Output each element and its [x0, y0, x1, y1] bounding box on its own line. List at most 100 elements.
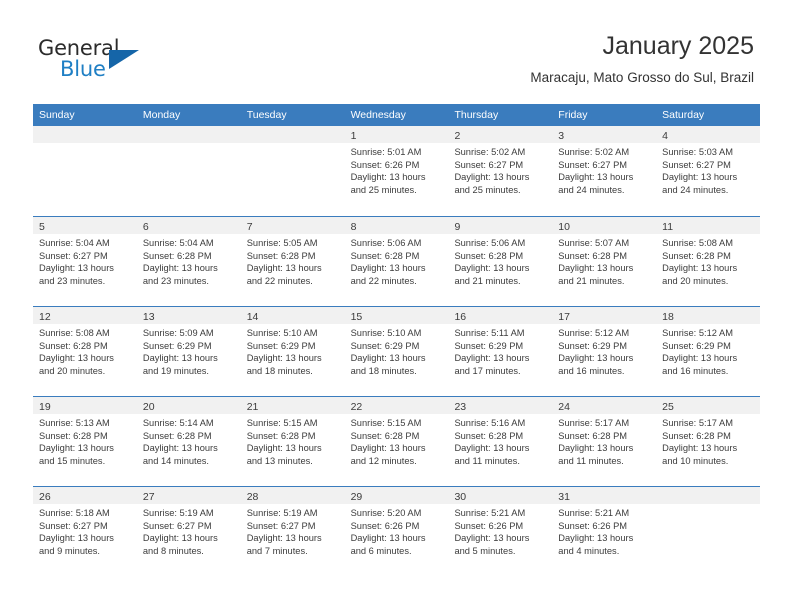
daylight-duration-line2: and 24 minutes.	[558, 184, 625, 195]
day-cell[interactable]: 26 Sunrise: 5:18 AM Sunset: 6:27 PM Dayligh…	[33, 487, 137, 576]
daylight-duration-line1: Daylight: 13 hours	[350, 172, 426, 183]
day-cell[interactable]: 27 Sunrise: 5:19 AM Sunset: 6:27 PM Dayligh…	[136, 487, 241, 576]
day-number-strip: 25	[656, 397, 761, 414]
day-cell[interactable]: 20 Sunrise: 5:14 AM Sunset: 6:28 PM Dayligh…	[136, 397, 241, 486]
daylight-duration-line1: Daylight: 13 hours	[39, 263, 114, 274]
day-number: 22	[350, 401, 363, 413]
day-cell[interactable]: 17 Sunrise: 5:12 AM Sunset: 6:29 PM Dayligh…	[552, 307, 657, 396]
sunrise-time: Sunrise: 5:08 AM	[39, 328, 110, 338]
day-details: Sunrise: 5:04 AM Sunset: 6:27 PM Daylight:…	[33, 234, 137, 287]
sunset-time: Sunset: 6:27 PM	[142, 520, 212, 531]
sunrise-time: Sunrise: 5:15 AM	[350, 418, 422, 428]
daylight-duration-line2: and 23 minutes.	[39, 275, 106, 286]
sunrise-time: Sunrise: 5:17 AM	[558, 418, 630, 428]
general-blue-logo[interactable]: General Blue	[38, 36, 158, 86]
day-cell[interactable]: 6 Sunrise: 5:04 AM Sunset: 6:28 PM Daylight…	[136, 217, 241, 306]
day-cell[interactable]: 30 Sunrise: 5:21 AM Sunset: 6:26 PM Dayligh…	[448, 487, 553, 576]
daylight-duration-line1: Daylight: 13 hours	[39, 533, 114, 544]
daylight-duration-line2: and 14 minutes.	[142, 455, 210, 466]
day-cell-empty	[136, 126, 241, 216]
day-cell[interactable]: 10 Sunrise: 5:07 AM Sunset: 6:28 PM Dayligh…	[552, 217, 657, 306]
daylight-duration-line2: and 16 minutes.	[558, 365, 625, 376]
sunset-time: Sunset: 6:26 PM	[350, 159, 420, 170]
day-cell[interactable]: 2 Sunrise: 5:02 AM Sunset: 6:27 PM Daylight…	[448, 126, 553, 216]
day-number: 20	[142, 401, 155, 413]
day-number-strip: 11	[656, 217, 761, 234]
day-details: Sunrise: 5:16 AM Sunset: 6:28 PM Daylight:…	[448, 414, 552, 467]
sunset-time: Sunset: 6:28 PM	[662, 430, 731, 441]
sunset-time: Sunset: 6:29 PM	[454, 340, 524, 351]
day-number-strip: 20	[136, 397, 241, 414]
sunrise-time: Sunrise: 5:19 AM	[142, 508, 214, 518]
sunset-time: Sunset: 6:28 PM	[350, 250, 420, 261]
day-number-strip: 8	[344, 217, 449, 234]
day-cell[interactable]: 7 Sunrise: 5:05 AM Sunset: 6:28 PM Daylight…	[240, 217, 345, 306]
daylight-duration-line1: Daylight: 13 hours	[558, 353, 634, 364]
day-number-strip: 9	[448, 217, 553, 234]
day-details: Sunrise: 5:02 AM Sunset: 6:27 PM Daylight:…	[552, 143, 656, 196]
day-cell[interactable]: 3 Sunrise: 5:02 AM Sunset: 6:27 PM Daylight…	[552, 126, 657, 216]
daylight-duration-line2: and 22 minutes.	[350, 275, 417, 286]
day-cell-empty	[240, 126, 345, 216]
day-number-strip: 23	[448, 397, 553, 414]
day-cell[interactable]: 18 Sunrise: 5:12 AM Sunset: 6:29 PM Dayligh…	[656, 307, 761, 396]
day-details: Sunrise: 5:01 AM Sunset: 6:26 PM Daylight:…	[345, 143, 449, 196]
day-number: 29	[350, 491, 363, 503]
day-cell[interactable]: 5 Sunrise: 5:04 AM Sunset: 6:27 PM Daylight…	[33, 217, 137, 306]
day-cell[interactable]: 25 Sunrise: 5:17 AM Sunset: 6:28 PM Dayligh…	[656, 397, 761, 486]
sunrise-time: Sunrise: 5:04 AM	[142, 238, 214, 248]
daylight-duration-line2: and 23 minutes.	[142, 275, 210, 286]
day-details: Sunrise: 5:10 AM Sunset: 6:29 PM Daylight:…	[345, 324, 449, 377]
day-cell[interactable]: 14 Sunrise: 5:10 AM Sunset: 6:29 PM Dayligh…	[240, 307, 345, 396]
day-cell[interactable]: 31 Sunrise: 5:21 AM Sunset: 6:26 PM Dayligh…	[552, 487, 657, 576]
sunrise-time: Sunrise: 5:13 AM	[39, 418, 110, 428]
day-cell[interactable]: 1 Sunrise: 5:01 AM Sunset: 6:26 PM Daylight…	[344, 126, 449, 216]
page-title: January 2025	[602, 32, 754, 60]
sunset-time: Sunset: 6:27 PM	[662, 159, 731, 170]
day-number: 25	[662, 401, 674, 413]
daylight-duration-line2: and 9 minutes.	[39, 545, 100, 556]
daylight-duration-line2: and 20 minutes.	[662, 275, 729, 286]
sunrise-time: Sunrise: 5:19 AM	[246, 508, 318, 518]
daylight-duration-line1: Daylight: 13 hours	[246, 443, 322, 454]
day-details: Sunrise: 5:19 AM Sunset: 6:27 PM Daylight:…	[241, 504, 345, 557]
day-cell[interactable]: 4 Sunrise: 5:03 AM Sunset: 6:27 PM Daylight…	[656, 126, 761, 216]
day-number: 31	[558, 491, 570, 503]
day-cell[interactable]: 28 Sunrise: 5:19 AM Sunset: 6:27 PM Dayligh…	[240, 487, 345, 576]
day-cell[interactable]: 15 Sunrise: 5:10 AM Sunset: 6:29 PM Dayligh…	[344, 307, 449, 396]
day-number: 14	[246, 311, 259, 323]
sunrise-time: Sunrise: 5:08 AM	[662, 238, 733, 248]
weekday-header-tuesday: Tuesday	[246, 109, 287, 121]
day-details: Sunrise: 5:13 AM Sunset: 6:28 PM Daylight:…	[33, 414, 137, 467]
sunset-time: Sunset: 6:27 PM	[246, 520, 316, 531]
day-cell[interactable]: 13 Sunrise: 5:09 AM Sunset: 6:29 PM Dayligh…	[136, 307, 241, 396]
day-cell[interactable]: 22 Sunrise: 5:15 AM Sunset: 6:28 PM Dayligh…	[344, 397, 449, 486]
day-cell[interactable]: 16 Sunrise: 5:11 AM Sunset: 6:29 PM Dayligh…	[448, 307, 553, 396]
day-cell-empty	[33, 126, 137, 216]
day-number-strip: 3	[552, 126, 657, 143]
day-cell[interactable]: 21 Sunrise: 5:15 AM Sunset: 6:28 PM Dayligh…	[240, 397, 345, 486]
daylight-duration-line1: Daylight: 13 hours	[39, 443, 114, 454]
day-cell[interactable]: 29 Sunrise: 5:20 AM Sunset: 6:26 PM Dayligh…	[344, 487, 449, 576]
sunset-time: Sunset: 6:29 PM	[246, 340, 316, 351]
day-cell[interactable]: 9 Sunrise: 5:06 AM Sunset: 6:28 PM Daylight…	[448, 217, 553, 306]
daylight-duration-line1: Daylight: 13 hours	[142, 443, 218, 454]
day-cell[interactable]: 12 Sunrise: 5:08 AM Sunset: 6:28 PM Dayligh…	[33, 307, 137, 396]
day-details: Sunrise: 5:21 AM Sunset: 6:26 PM Daylight:…	[552, 504, 656, 557]
day-cell[interactable]: 8 Sunrise: 5:06 AM Sunset: 6:28 PM Daylight…	[344, 217, 449, 306]
day-cell[interactable]: 11 Sunrise: 5:08 AM Sunset: 6:28 PM Dayligh…	[656, 217, 761, 306]
daylight-duration-line1: Daylight: 13 hours	[662, 353, 738, 364]
day-number: 6	[142, 221, 149, 233]
daylight-duration-line1: Daylight: 13 hours	[454, 172, 530, 183]
sunset-time: Sunset: 6:27 PM	[39, 250, 108, 261]
page-header: General Blue January 2025 Maracaju, Mato…	[0, 0, 792, 103]
daylight-duration-line2: and 4 minutes.	[558, 545, 620, 556]
sunrise-time: Sunrise: 5:17 AM	[662, 418, 733, 428]
day-cell[interactable]: 23 Sunrise: 5:16 AM Sunset: 6:28 PM Dayligh…	[448, 397, 553, 486]
day-cell[interactable]: 24 Sunrise: 5:17 AM Sunset: 6:28 PM Dayligh…	[552, 397, 657, 486]
sunrise-time: Sunrise: 5:02 AM	[558, 147, 630, 157]
sunset-time: Sunset: 6:28 PM	[39, 430, 108, 441]
day-cell[interactable]: 19 Sunrise: 5:13 AM Sunset: 6:28 PM Dayligh…	[33, 397, 137, 486]
daylight-duration-line2: and 6 minutes.	[350, 545, 412, 556]
day-number-strip: 21	[240, 397, 345, 414]
